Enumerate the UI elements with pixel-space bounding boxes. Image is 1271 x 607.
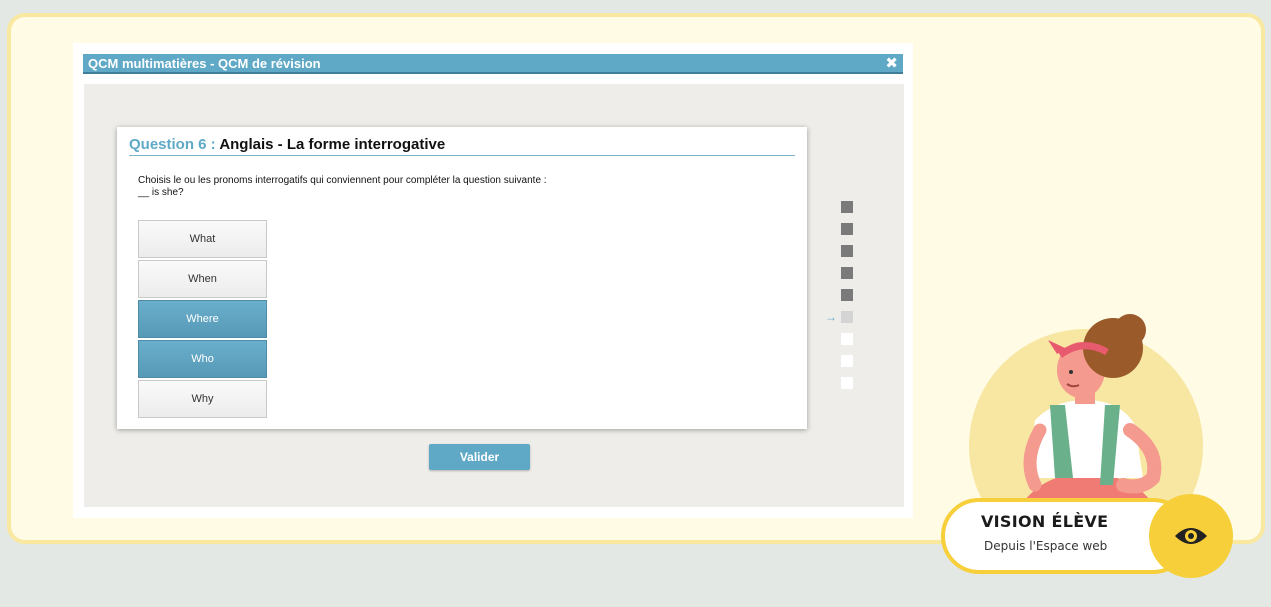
question-instruction: Choisis le ou les pronoms interrogatifs … — [138, 175, 547, 186]
choice-button-why[interactable]: Why — [138, 380, 267, 418]
progress-square-todo — [841, 377, 853, 389]
progress-square-done — [841, 223, 853, 235]
window-titlebar: QCM multimatières - QCM de révision ✖ — [83, 54, 903, 74]
vision-eleve-badge: VISION ÉLÈVE Depuis l'Espace web — [941, 494, 1233, 578]
badge-subtitle: Depuis l'Espace web — [984, 539, 1108, 553]
progress-square-current — [841, 311, 853, 323]
choice-button-who[interactable]: Who — [138, 340, 267, 378]
question-card: Question 6 : Anglais - La forme interrog… — [117, 127, 807, 429]
choices-list: What When Where Who Why — [138, 220, 267, 420]
question-instruction-block: Choisis le ou les pronoms interrogatifs … — [138, 175, 547, 199]
qcm-window: QCM multimatières - QCM de révision ✖ Qu… — [73, 43, 913, 518]
close-icon[interactable]: ✖ — [885, 54, 898, 74]
question-number: Question 6 : — [129, 136, 216, 153]
choice-button-where[interactable]: Where — [138, 300, 267, 338]
progress-square-done — [841, 267, 853, 279]
progress-square-todo — [841, 355, 853, 367]
progress-square-todo — [841, 333, 853, 345]
progress-square-done — [841, 245, 853, 257]
current-arrow-icon: → — [825, 310, 837, 324]
window-title: QCM multimatières - QCM de révision — [88, 56, 321, 71]
progress-square-done — [841, 201, 853, 213]
choice-button-what[interactable]: What — [138, 220, 267, 258]
question-sentence: __ is she? — [138, 187, 184, 198]
eye-icon — [1149, 494, 1233, 578]
choice-button-when[interactable]: When — [138, 260, 267, 298]
question-title: Anglais - La forme interrogative — [219, 136, 446, 153]
progress-square-done — [841, 289, 853, 301]
badge-title: VISION ÉLÈVE — [981, 512, 1109, 531]
quiz-area: Question 6 : Anglais - La forme interrog… — [84, 84, 904, 507]
validate-button[interactable]: Valider — [429, 444, 530, 470]
question-header: Question 6 : Anglais - La forme interrog… — [129, 136, 795, 156]
